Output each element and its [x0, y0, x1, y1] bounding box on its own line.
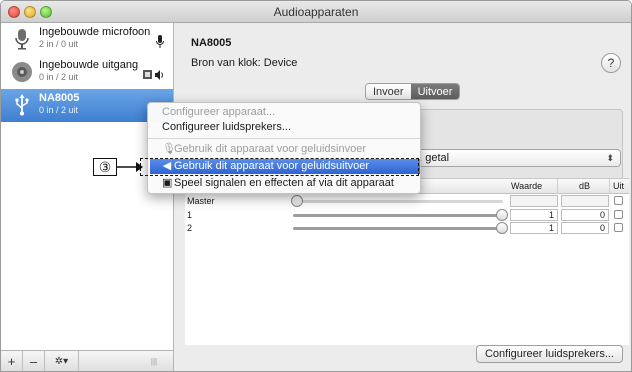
device-item-built-in-microphone[interactable]: Ingebouwde microfoon 2 in / 0 uit [1, 23, 173, 56]
audio-devices-window: Audioapparaten Ingebouwde microfoon 2 in… [0, 0, 632, 372]
device-channels: 0 in / 2 uit [39, 72, 79, 82]
volume-slider-knob[interactable] [496, 222, 508, 234]
usb-icon [15, 94, 29, 116]
value-field[interactable]: 1 [510, 209, 558, 221]
volume-slider-track[interactable] [293, 214, 503, 217]
device-channels: 0 in / 2 uit [39, 105, 79, 115]
remove-device-button[interactable]: – [23, 351, 45, 371]
configure-speakers-button[interactable]: Configureer luidsprekers... [475, 345, 623, 363]
value-field[interactable]: 1 [510, 222, 558, 234]
db-field [561, 195, 609, 207]
help-button[interactable]: ? [601, 53, 621, 73]
device-channels: 2 in / 0 uit [39, 39, 79, 49]
device-item-built-in-output[interactable]: Ingebouwde uitgang 0 in / 2 uit [1, 56, 173, 89]
format-select[interactable]: h. getal ⬍ [408, 149, 621, 167]
column-header-mute: Uit [613, 181, 624, 191]
tab-input[interactable]: Invoer [366, 84, 411, 99]
speaker-icon [12, 62, 32, 82]
window-title: Audioapparaten [273, 5, 359, 19]
io-segmented-control: Invoer Uitvoer [365, 83, 461, 100]
device-title: NA8005 [191, 37, 232, 49]
menu-item-use-for-input: 🎙Gebruik dit apparaat voor geluidsinvoer [148, 142, 420, 157]
mute-checkbox[interactable] [614, 196, 623, 205]
column-separator [609, 179, 610, 194]
alert-speaker-icon: ▣ [162, 177, 173, 189]
column-header-db: dB [579, 181, 591, 191]
table-row: 2 1 0 [185, 222, 623, 235]
device-name: NA8005 [39, 92, 80, 104]
title-bar: Audioapparaten [1, 1, 631, 23]
column-header-value: Waarde [511, 181, 543, 191]
value-field [510, 195, 558, 207]
menu-item-configure-speakers[interactable]: Configureer luidsprekers... [148, 120, 420, 135]
add-device-button[interactable]: + [1, 351, 23, 371]
volume-slider-knob[interactable] [291, 195, 303, 207]
channel-label: 1 [187, 210, 193, 220]
db-field[interactable]: 0 [561, 222, 609, 234]
device-context-menu: Configureer apparaat... Configureer luid… [147, 102, 421, 194]
output-speaker-icons [143, 70, 163, 80]
table-row-master: Master [185, 195, 623, 208]
menu-item-label: Gebruik dit apparaat voor geluidsinvoer [174, 143, 367, 155]
volume-slider-track[interactable] [293, 227, 503, 230]
step-callout: ③ [93, 158, 117, 176]
column-separator [557, 179, 558, 194]
table-row: 1 1 0 [185, 209, 623, 222]
db-field[interactable]: 0 [561, 209, 609, 221]
default-input-microphone-icon [156, 35, 164, 48]
menu-item-label: Speel signalen en effecten af via dit ap… [174, 177, 394, 189]
menu-item-configure-device: Configureer apparaat... [162, 106, 276, 118]
highlight-dashed-box [140, 158, 419, 176]
channel-label: 2 [187, 223, 193, 233]
resize-handle[interactable]: ||| [141, 351, 167, 371]
select-arrows-icon: ⬍ [606, 153, 614, 163]
device-name: Ingebouwde uitgang [39, 59, 139, 71]
gear-menu-button[interactable]: ✲▾ [45, 351, 79, 371]
menu-separator [148, 138, 420, 139]
tab-output[interactable]: Uitvoer [410, 84, 460, 99]
channel-label: Master [187, 196, 215, 206]
device-name: Ingebouwde microfoon [39, 26, 151, 38]
mute-checkbox[interactable] [614, 223, 623, 232]
channel-volume-table: Waarde dB Uit Master 1 1 0 2 1 0 [185, 178, 629, 345]
menu-item-play-alerts[interactable]: ▣ Speel signalen en effecten af via dit a… [148, 176, 420, 191]
clock-source-label: Bron van klok: Device [191, 57, 298, 69]
callout-arrow-icon [117, 162, 143, 172]
microphone-icon: 🎙 [162, 143, 176, 155]
microphone-icon [15, 29, 29, 50]
device-list: Ingebouwde microfoon 2 in / 0 uit Ingebo… [1, 23, 174, 371]
volume-slider-track[interactable] [293, 200, 503, 203]
mute-checkbox[interactable] [614, 210, 623, 219]
sidebar-toolbar: + – ✲▾ ||| [1, 350, 173, 371]
volume-slider-knob[interactable] [496, 209, 508, 221]
